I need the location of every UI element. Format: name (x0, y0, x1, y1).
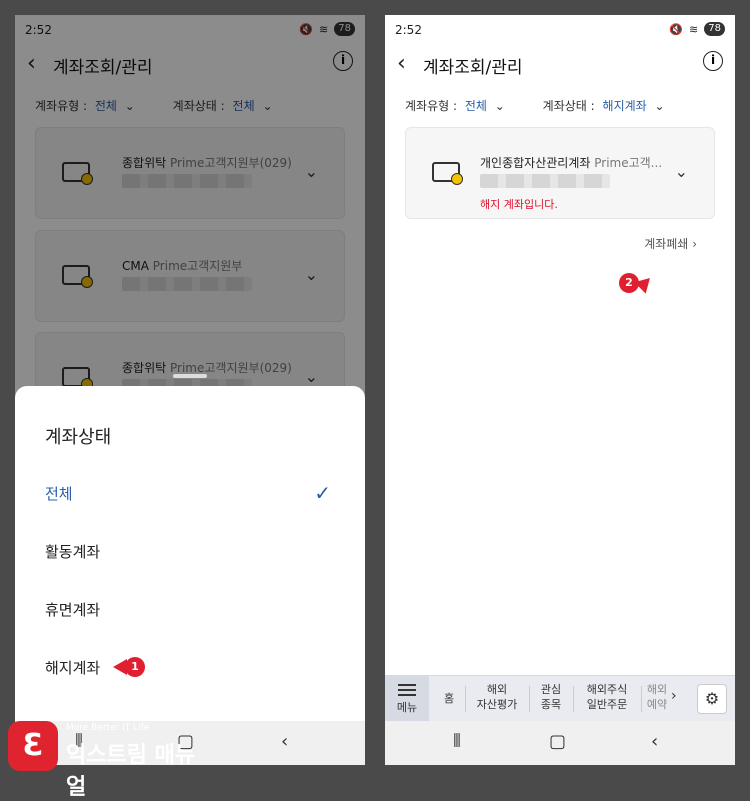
status-bar: 2:52 🔇 ≋ 78 (385, 15, 735, 45)
app-bar: ‹ 계좌조회/관리 i (385, 47, 735, 83)
account-status-sheet: 계좌상태 전체 ✓ 활동계좌 휴면계좌 해지계좌 1 (15, 374, 365, 721)
account-type-filter[interactable]: 계좌유형 : 전체 ⌄ (405, 97, 509, 114)
filter-bar: 계좌유형 : 전체 ⌄ 계좌상태 : 해지계좌 ⌄ (405, 97, 715, 114)
tab-menu[interactable]: 메뉴 (385, 676, 429, 722)
card-icon (432, 162, 463, 185)
chevron-down-icon[interactable]: ⌄ (675, 162, 688, 181)
home-icon[interactable]: ▢ (549, 731, 566, 752)
page-title: 계좌조회/관리 (423, 58, 523, 78)
site-watermark: Ɛ More Better IT Life 익스트림 매뉴얼 (8, 717, 208, 800)
left-phone-screen: 2:52 🔇 ≋ 78 ‹ 계좌조회/관리 i 계좌유형 : 전체 ⌄ 계좌상태… (15, 15, 365, 765)
chevron-down-icon: ⌄ (654, 99, 665, 113)
back-nav-icon[interactable]: ‹ (281, 731, 288, 752)
info-icon[interactable]: i (703, 51, 723, 71)
sheet-title: 계좌상태 (45, 427, 112, 448)
tab-watchlist[interactable]: 관심 종목 (533, 682, 569, 712)
arrow-up-right-icon (634, 272, 656, 294)
step-marker: 1 (113, 657, 145, 677)
chevron-right-icon[interactable]: › (671, 688, 677, 704)
bottom-tab-bar: 메뉴 홈 해외 자산평가 관심 종목 해외주식 일반주문 해외 예약 › ⚙ (385, 675, 735, 722)
option-all[interactable]: 전체 (45, 483, 73, 504)
status-time: 2:52 (395, 23, 422, 37)
option-closed[interactable]: 해지계좌 (45, 657, 100, 678)
closed-account-note: 해지 계좌입니다. (480, 198, 558, 211)
account-status-filter[interactable]: 계좌상태 : 해지계좌 ⌄ (543, 97, 669, 114)
tab-overseas-asset-valuation[interactable]: 해외 자산평가 (469, 682, 525, 712)
chevron-down-icon: ⌄ (494, 99, 505, 113)
sheet-handle[interactable] (173, 374, 207, 378)
account-card[interactable]: 개인종합자산관리계좌 Prime고객... 해지 계좌입니다. ⌄ (405, 127, 715, 219)
step-marker: 2 (619, 272, 656, 294)
wifi-icon: ≋ (689, 22, 699, 36)
option-dormant[interactable]: 휴면계좌 (45, 599, 100, 620)
system-nav-bar: ⦀ ▢ ‹ (385, 721, 735, 765)
tab-home[interactable]: 홈 (437, 691, 461, 706)
hamburger-icon (398, 684, 416, 696)
right-phone-screen: 2:52 🔇 ≋ 78 ‹ 계좌조회/관리 i 계좌유형 : 전체 ⌄ 계좌상태… (385, 15, 735, 765)
back-nav-icon[interactable]: ‹ (651, 731, 658, 752)
mute-icon: 🔇 (669, 22, 684, 36)
chevron-right-icon: › (692, 237, 697, 251)
recents-icon[interactable]: ⦀ (453, 731, 461, 752)
gear-icon[interactable]: ⚙ (697, 684, 727, 714)
battery-icon: 78 (704, 22, 725, 36)
check-icon: ✓ (314, 481, 331, 505)
tab-overseas-order[interactable]: 해외주식 일반주문 (577, 682, 637, 712)
back-icon[interactable]: ‹ (397, 51, 406, 76)
blurred-account-number (480, 174, 610, 188)
option-active[interactable]: 활동계좌 (45, 541, 100, 562)
logo-icon: Ɛ (8, 721, 58, 771)
tab-overseas-reservation[interactable]: 해외 예약 (645, 682, 669, 712)
close-account-link[interactable]: 계좌폐쇄 › (644, 235, 697, 252)
